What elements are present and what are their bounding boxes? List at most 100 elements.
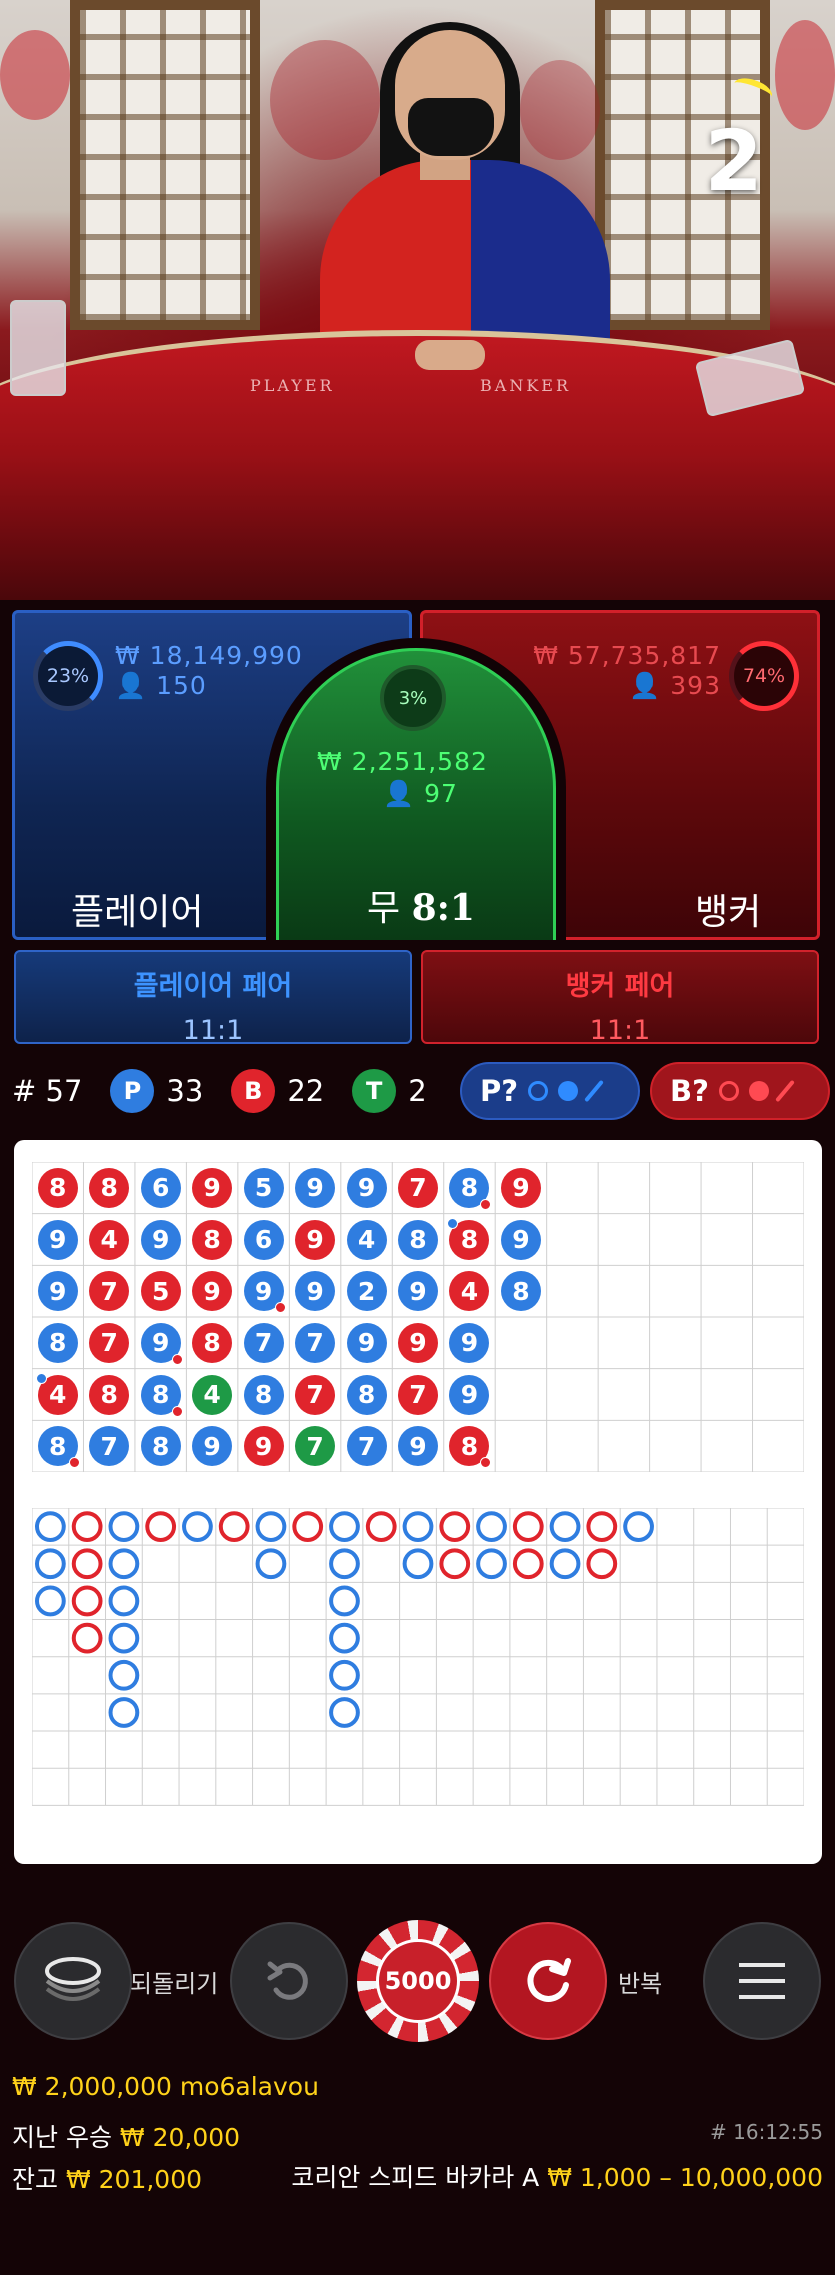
felt-player-text: PLAYER — [250, 376, 335, 395]
bet-limits: ₩ 1,000 – 10,000,000 — [547, 2163, 823, 2192]
player-win-count: 33 — [166, 1074, 204, 1108]
bead-banker: 9 — [192, 1167, 233, 1208]
bead-player: 9 — [140, 1219, 181, 1260]
bead-player: 5 — [243, 1167, 284, 1208]
bead-player: 8 — [449, 1167, 492, 1210]
live-video-stream: PLAYER BANKER 2 — [0, 0, 835, 600]
bead-player: 9 — [449, 1374, 490, 1415]
bead-player: 7 — [243, 1322, 284, 1363]
big-road-mark-player — [623, 1511, 654, 1542]
bead-player: 9 — [398, 1426, 438, 1467]
player-prediction-label: P? — [480, 1074, 519, 1108]
bead-banker: 5 — [140, 1271, 181, 1312]
bead-tie: 4 — [192, 1374, 233, 1415]
player-percent-ring: 23% — [33, 641, 103, 711]
bead-player: 4 — [346, 1219, 387, 1260]
tie-count: 👤 97 — [383, 779, 458, 808]
banker-pair-bet-spot[interactable]: 뱅커 페어 11:1 — [421, 950, 819, 1046]
banker-prediction-button[interactable]: B? — [650, 1062, 830, 1120]
pair-dot — [171, 1353, 183, 1365]
bead-player: 6 — [243, 1219, 284, 1260]
bead-banker: 7 — [89, 1322, 130, 1363]
bead-banker: 7 — [398, 1374, 438, 1415]
bead-player: 8 — [37, 1426, 80, 1469]
big-road-mark-banker — [71, 1622, 103, 1654]
balance-username: ₩ 2,000,000 mo6alavou — [12, 2072, 319, 2101]
big-road-mark-player — [402, 1548, 434, 1580]
undo-label: 되돌리기 — [130, 1970, 219, 1998]
bead-player: 9 — [398, 1271, 438, 1312]
face-mask — [408, 98, 494, 156]
bead-player: 8 — [500, 1271, 541, 1312]
big-road-mark-player — [329, 1511, 360, 1542]
slash-icon — [775, 1079, 795, 1103]
big-road-mark-banker — [439, 1548, 471, 1580]
hollow-circle-icon — [528, 1081, 549, 1101]
round-number: # 57 — [12, 1074, 83, 1108]
big-road-mark-player — [476, 1511, 507, 1542]
big-road-mark-banker — [71, 1548, 103, 1580]
tie-label: 무 8:1 — [367, 887, 475, 929]
big-road-mark-banker — [512, 1511, 544, 1542]
bead-banker: 9 — [192, 1271, 233, 1312]
banker-badge: B — [231, 1069, 276, 1113]
chip-value: 5000 — [376, 1939, 460, 2023]
big-road-mark-player — [402, 1511, 434, 1542]
tie-bet-spot[interactable]: 3% ₩ 2,251,582 👤 97 무 8:1 — [276, 648, 556, 940]
bead-player: 8 — [243, 1374, 284, 1415]
felt-banker-text: BANKER — [480, 376, 571, 395]
bead-banker: 4 — [35, 1372, 78, 1415]
big-road-grid — [32, 1508, 804, 1806]
player-pair-label: 플레이어 페어 — [133, 971, 293, 1002]
pair-dot — [274, 1302, 286, 1314]
player-total-bet: ₩ 18,149,990 — [115, 641, 303, 670]
bead-player: 7 — [346, 1426, 387, 1467]
bead-player: 9 — [295, 1167, 336, 1208]
bead-player: 9 — [37, 1271, 78, 1312]
big-road-mark-banker — [586, 1548, 618, 1580]
pair-dot — [35, 1372, 47, 1384]
big-road-mark-player — [255, 1548, 287, 1580]
bead-player: 6 — [140, 1167, 181, 1208]
undo-last-button[interactable] — [230, 1922, 348, 2040]
roadmap-scoreboard[interactable]: 8998488477876959889898495697899997779429… — [14, 1140, 822, 1864]
big-road-mark-banker — [145, 1511, 177, 1542]
big-road-mark-banker — [71, 1511, 103, 1542]
bead-player: 9 — [295, 1271, 336, 1312]
undo-chips-button[interactable] — [14, 1922, 132, 2040]
banker-total-bet: ₩ 57,735,817 — [533, 641, 721, 670]
big-road-mark-player — [108, 1585, 140, 1617]
menu-button[interactable] — [703, 1922, 821, 2040]
big-road-mark-banker — [586, 1511, 618, 1542]
repeat-bet-button[interactable] — [489, 1922, 607, 2040]
bead-tie: 7 — [295, 1426, 336, 1467]
big-road-mark-player — [329, 1697, 360, 1728]
big-road-mark-player — [182, 1511, 213, 1542]
solid-dot-icon — [558, 1081, 579, 1101]
player-pair-bet-spot[interactable]: 플레이어 페어 11:1 — [14, 950, 412, 1046]
big-road-mark-player — [549, 1511, 581, 1542]
bead-player: 9 — [140, 1322, 183, 1365]
last-win: 지난 우승 ₩ 20,000 — [12, 2123, 241, 2152]
banker-pair-odds: 11:1 — [589, 1015, 651, 1046]
bead-player: 9 — [346, 1322, 387, 1363]
player-prediction-button[interactable]: P? — [460, 1062, 640, 1120]
chip-selector[interactable]: 5000 — [357, 1920, 479, 2042]
big-road-mark-player — [35, 1548, 66, 1580]
bead-player: 7 — [295, 1322, 336, 1363]
tie-count-value: 2 — [408, 1074, 427, 1108]
pair-dot — [447, 1217, 459, 1229]
bead-banker: 8 — [89, 1374, 130, 1415]
bead-player: 9 — [500, 1219, 541, 1260]
tie-percent-ring: 3% — [380, 665, 446, 731]
game-id: # 16:12:55 — [710, 2120, 823, 2144]
bead-player: 9 — [37, 1219, 78, 1260]
banker-count: 👤 393 — [629, 671, 721, 700]
player-label: 플레이어 — [71, 892, 204, 933]
big-road-mark-player — [108, 1697, 140, 1728]
chip-stack-icon — [45, 1957, 101, 2001]
big-road-mark-player — [329, 1622, 360, 1654]
bead-player: 8 — [140, 1374, 183, 1417]
bead-banker: 9 — [500, 1167, 541, 1208]
big-road-mark-banker — [218, 1511, 250, 1542]
